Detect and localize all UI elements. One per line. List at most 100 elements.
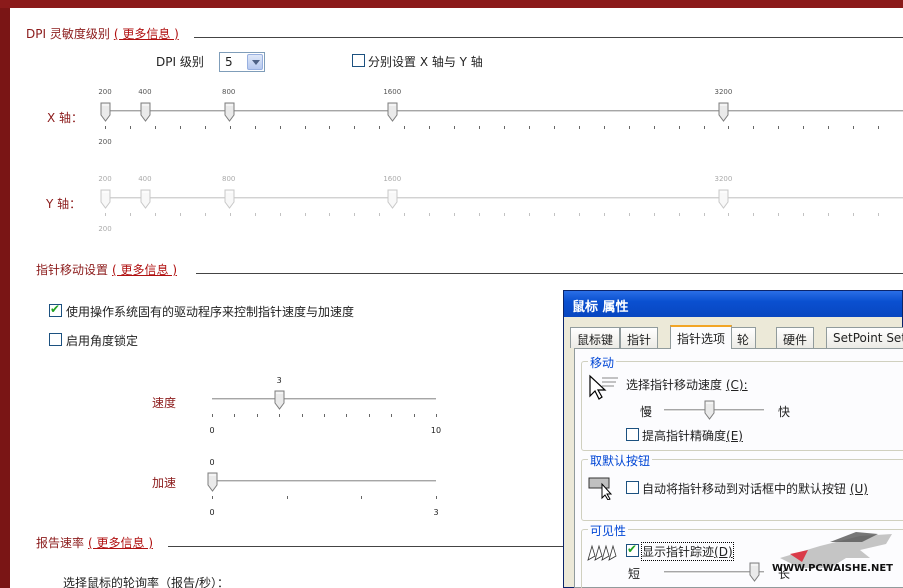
speed-thumb[interactable] <box>274 390 285 410</box>
tab-5[interactable]: 硬件 <box>776 327 815 348</box>
dialog-speed-thumb[interactable] <box>704 400 715 420</box>
tab-6[interactable]: SetPoint Set <box>826 327 903 348</box>
use-os-driver-checkbox[interactable] <box>49 302 62 317</box>
acceleration-tick <box>286 496 288 499</box>
x_stops-stop-label: 400 <box>138 88 152 96</box>
tab-4[interactable]: 轮 <box>730 327 757 348</box>
tab-1[interactable]: 鼠标键 <box>570 327 621 348</box>
y_stops-tick <box>578 213 580 216</box>
show-trails-checkbox[interactable] <box>626 542 639 557</box>
speed-tick <box>301 414 303 417</box>
visibility-group-label: 可见性 <box>588 522 629 539</box>
x_stops-tick <box>429 126 431 129</box>
y_stops-tick <box>653 213 655 216</box>
x_stops-tick <box>553 126 555 129</box>
x_stops-tick <box>479 126 481 129</box>
dpi-section-header: DPI 灵敏度级别 ( 更多信息 ) <box>26 25 179 42</box>
tab-2[interactable]: 指针 <box>620 327 659 348</box>
speed-max-label: 10 <box>430 426 442 435</box>
dpi-level-label: DPI 级别 <box>156 55 204 69</box>
x_stops-tick <box>678 126 680 129</box>
report-more-info-link[interactable]: ( 更多信息 ) <box>88 536 153 550</box>
dialog-title: 鼠标 属性 <box>564 291 902 317</box>
y_stops-tick <box>828 213 830 216</box>
tab-3[interactable]: 指针选项 <box>670 325 733 349</box>
speed-tick <box>391 414 393 417</box>
motion-group-label: 移动 <box>588 354 617 371</box>
separate-axes-checkbox[interactable] <box>352 54 365 67</box>
snap-to-default-checkbox[interactable] <box>626 481 639 494</box>
x_stops-thumb[interactable] <box>100 102 111 122</box>
fast-label: 快 <box>778 405 791 419</box>
y_stops-tick <box>628 213 630 216</box>
x_stops-tick <box>778 126 780 129</box>
x_stops-stop-label: 1600 <box>383 88 402 96</box>
y_stops-thumb <box>387 189 398 209</box>
x_stops-tick <box>454 126 456 129</box>
acceleration-track[interactable] <box>212 480 436 483</box>
y_stops-tick <box>703 213 705 216</box>
y-axis-label: Y 轴： <box>46 197 82 211</box>
y_stops-tick <box>528 213 530 216</box>
y_stops-tick <box>105 213 106 216</box>
trail-length-thumb[interactable] <box>749 562 760 582</box>
y_stops-tick <box>504 213 505 216</box>
y_stops-tick <box>603 213 605 216</box>
dpi-more-info-link[interactable]: ( 更多信息 ) <box>114 27 179 41</box>
x_stops-tick <box>154 126 156 129</box>
speed-tick <box>368 414 370 417</box>
y_stops-tick <box>229 213 231 216</box>
dpi-level-select[interactable]: 5 <box>219 52 265 72</box>
acceleration-label: 加速 <box>152 476 177 490</box>
enhance-precision-checkbox[interactable] <box>626 428 639 441</box>
speed-track[interactable] <box>212 398 436 401</box>
report-section-header: 报告速率( 更多信息 ) <box>36 534 153 551</box>
speed-tick <box>234 414 236 417</box>
y_stops-tick <box>728 213 730 216</box>
x_stops-tick <box>179 126 181 129</box>
x_stops-tick <box>379 126 381 129</box>
y_stops-tick <box>179 213 181 216</box>
angle-lock-checkbox[interactable] <box>49 333 62 346</box>
y_stops-stop-label: 1600 <box>383 175 402 183</box>
acceleration-thumb[interactable] <box>207 472 218 492</box>
y_stops-stop-label: 3200 <box>714 175 733 183</box>
snap-to-group-label: 取默认按钮 <box>588 452 653 469</box>
y_stops-stop-label: 800 <box>222 175 236 183</box>
speed-value-label: 3 <box>276 376 282 385</box>
x_stops-thumb[interactable] <box>224 102 235 122</box>
dpi-section-divider <box>194 37 903 38</box>
chevron-down-icon[interactable] <box>247 54 263 70</box>
x_stops-thumb[interactable] <box>387 102 398 122</box>
x_stops-tick <box>329 126 331 129</box>
x_stops-tick <box>404 126 406 129</box>
watermark: WWW.PCWAISHE.NET <box>760 528 903 588</box>
motion-group: 移动 选择指针移动速度 (C): 慢 快 提高指针精确度(E) <box>581 354 903 451</box>
pointer-section-header: 指针移动设置( 更多信息 ) <box>36 261 177 278</box>
speed-tick <box>324 414 325 417</box>
speed-tick <box>346 414 348 417</box>
x_stops-thumb[interactable] <box>140 102 151 122</box>
snap-to-icon <box>588 474 618 503</box>
y_stops-stop-label: 200 <box>98 175 112 183</box>
x_stops-tick <box>105 126 106 129</box>
y_stops-tick <box>204 213 206 216</box>
y_stops-tick <box>304 213 306 216</box>
speed-tick <box>436 414 437 417</box>
x_stops-min-label: 200 <box>98 138 112 146</box>
speed-label: 速度 <box>152 396 177 410</box>
pointer-more-info-link[interactable]: ( 更多信息 ) <box>112 263 177 277</box>
x_stops-thumb[interactable] <box>718 102 729 122</box>
x_stops-tick <box>628 126 630 129</box>
pointer-section-title: 指针移动设置 <box>36 263 109 277</box>
x_stops-tick <box>878 126 880 129</box>
window-left-border <box>0 8 10 588</box>
y_stops-tick <box>154 213 156 216</box>
window-top-border <box>0 0 903 8</box>
x_stops-tick <box>129 126 131 129</box>
speed-tick <box>279 414 281 417</box>
poll-rate-label: 选择鼠标的轮询率（报告/秒）： <box>63 576 230 588</box>
x_stops-tick <box>254 126 256 129</box>
acceleration-value-label: 0 <box>209 458 215 467</box>
x_stops-tick <box>229 126 231 129</box>
